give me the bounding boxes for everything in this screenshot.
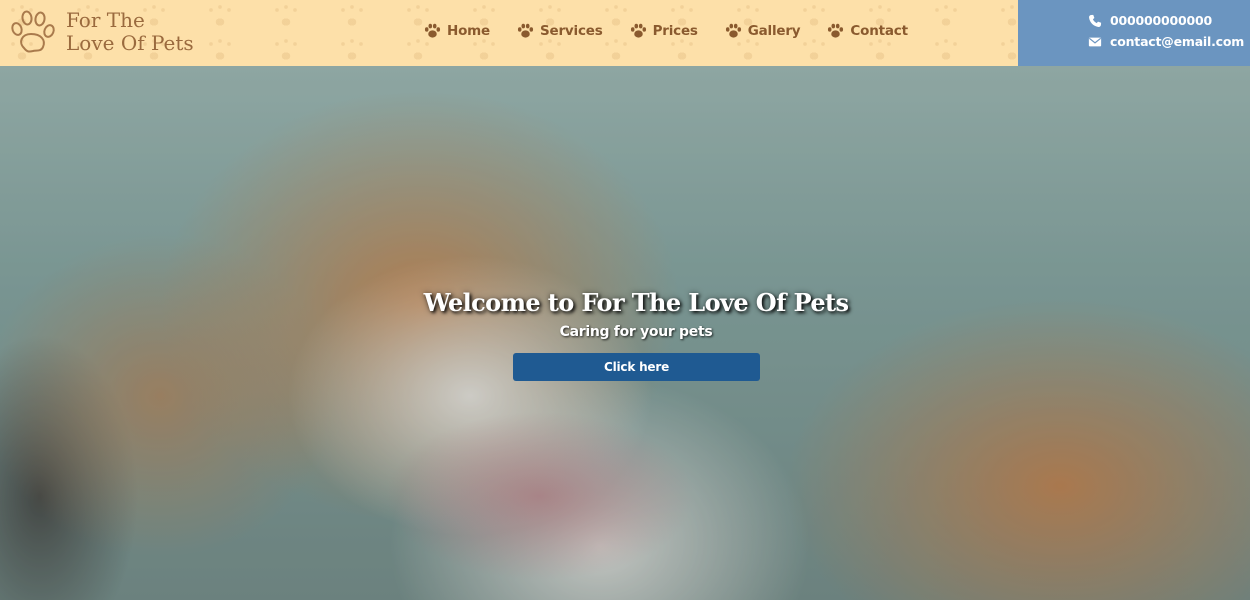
hero-content: Welcome to For The Love Of Pets Caring f… — [0, 66, 1250, 600]
envelope-icon — [1088, 37, 1102, 46]
hero-title: Welcome to For The Love Of Pets — [423, 288, 849, 317]
paw-icon — [11, 10, 55, 53]
nav-item-services[interactable]: Services — [517, 23, 603, 39]
nav-item-gallery[interactable]: Gallery — [725, 23, 801, 39]
nav-item-label: Gallery — [747, 23, 801, 39]
cta-button[interactable]: Click here — [513, 353, 760, 381]
paw-icon — [725, 23, 742, 39]
site-header: For The Love Of Pets Home Services Price… — [0, 0, 1018, 66]
nav-item-label: Services — [540, 23, 603, 39]
main-nav: Home Services Prices Gallery Contact — [424, 19, 935, 43]
nav-item-contact[interactable]: Contact — [827, 23, 908, 39]
nav-item-label: Home — [447, 23, 490, 39]
paw-icon — [630, 23, 647, 39]
paw-icon — [827, 23, 844, 39]
phone-icon — [1089, 14, 1102, 27]
email-address: contact@email.com — [1110, 34, 1245, 49]
nav-item-label: Contact — [850, 23, 908, 39]
contact-phone[interactable]: 000000000000 — [1088, 13, 1212, 28]
brand-name-line1: For The — [66, 8, 145, 32]
hero-banner: Welcome to For The Love Of Pets Caring f… — [0, 66, 1250, 600]
contact-email[interactable]: contact@email.com — [1088, 34, 1244, 49]
hero-subtitle: Caring for your pets — [559, 324, 713, 340]
paw-icon — [517, 23, 534, 39]
nav-item-prices[interactable]: Prices — [630, 23, 698, 39]
brand-name-line2: Love Of Pets — [66, 31, 194, 55]
contact-panel: 000000000000 contact@email.com — [1018, 0, 1250, 66]
phone-number: 000000000000 — [1110, 13, 1212, 28]
brand-logo[interactable]: For The Love Of Pets — [10, 5, 206, 59]
brand-name: For The Love Of Pets — [66, 9, 206, 55]
paw-icon — [424, 23, 441, 39]
nav-item-label: Prices — [652, 23, 698, 39]
nav-item-home[interactable]: Home — [424, 23, 490, 39]
